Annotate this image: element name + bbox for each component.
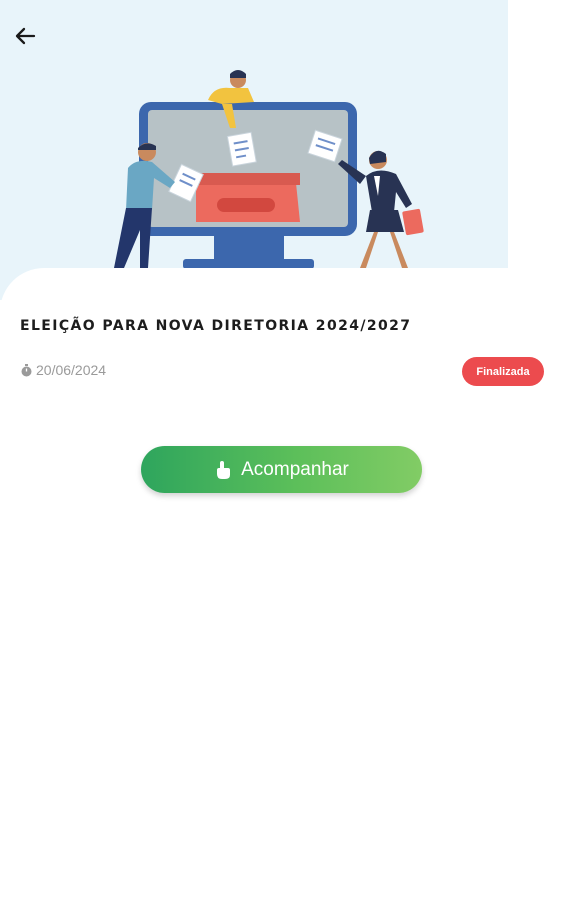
status-badge: Finalizada	[462, 357, 544, 386]
arrow-left-icon	[15, 27, 36, 45]
hand-pointer-icon	[214, 460, 232, 480]
follow-button[interactable]: Acompanhar	[141, 446, 422, 493]
back-button[interactable]	[14, 26, 48, 56]
hero-illustration	[0, 0, 508, 300]
follow-button-label: Acompanhar	[241, 458, 349, 480]
election-date: 20/06/2024	[36, 362, 107, 378]
election-illustration	[114, 70, 424, 269]
stopwatch-icon	[20, 363, 33, 377]
election-title: ELEIÇÃO PARA NOVA DIRETORIA 2024/2027	[20, 318, 412, 334]
election-date-row: 20/06/2024	[20, 362, 106, 378]
